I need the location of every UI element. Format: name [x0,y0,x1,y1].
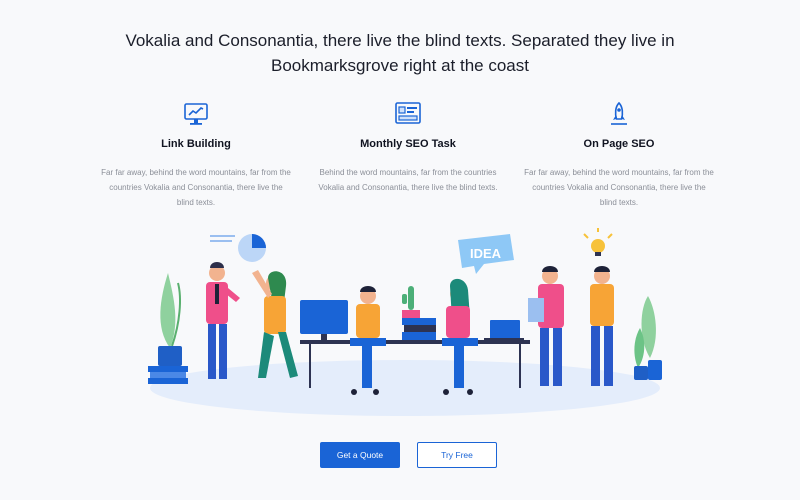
woman-green-pants [252,270,298,378]
get-a-quote-button[interactable]: Get a Quote [320,442,400,468]
light-bulb-icon [583,228,613,256]
feature-description: Behind the word mountains, far from the … [318,168,498,192]
cactus-books [402,286,436,340]
man-orange-thinking [590,266,614,386]
desk-monitor [300,300,348,340]
feature-title: Monthly SEO Task [360,138,456,150]
feature-description: Far far away, behind the word mountains,… [524,168,714,207]
feature-on-page-seo: On Page SEO Far far away, behind the wor… [524,100,714,210]
team-illustration: IDEA [148,228,662,416]
headline: Vokalia and Consonantia, there live the … [0,28,800,78]
monitor-chart-icon [182,100,210,128]
dashboard-icon [394,100,422,128]
feature-description: Far far away, behind the word mountains,… [101,168,291,207]
idea-bubble-text: IDEA [470,246,502,261]
desk-laptop [484,320,524,341]
feature-monthly-seo-task: Monthly SEO Task Behind the word mountai… [313,100,503,195]
try-free-button[interactable]: Try Free [417,442,497,468]
right-plant [634,296,662,380]
feature-link-building: Link Building Far far away, behind the w… [101,100,291,210]
rocket-icon [605,100,633,128]
feature-title: Link Building [161,138,231,150]
headline-line-2: Bookmarksgrove right at the coast [271,56,529,75]
left-plant [148,273,188,384]
idea-speech-bubble: IDEA [458,234,514,274]
feature-title: On Page SEO [583,138,655,150]
headline-line-1: Vokalia and Consonantia, there live the … [125,31,675,50]
pie-chart-graphic [210,234,266,262]
man-pink-jacket [206,262,240,379]
